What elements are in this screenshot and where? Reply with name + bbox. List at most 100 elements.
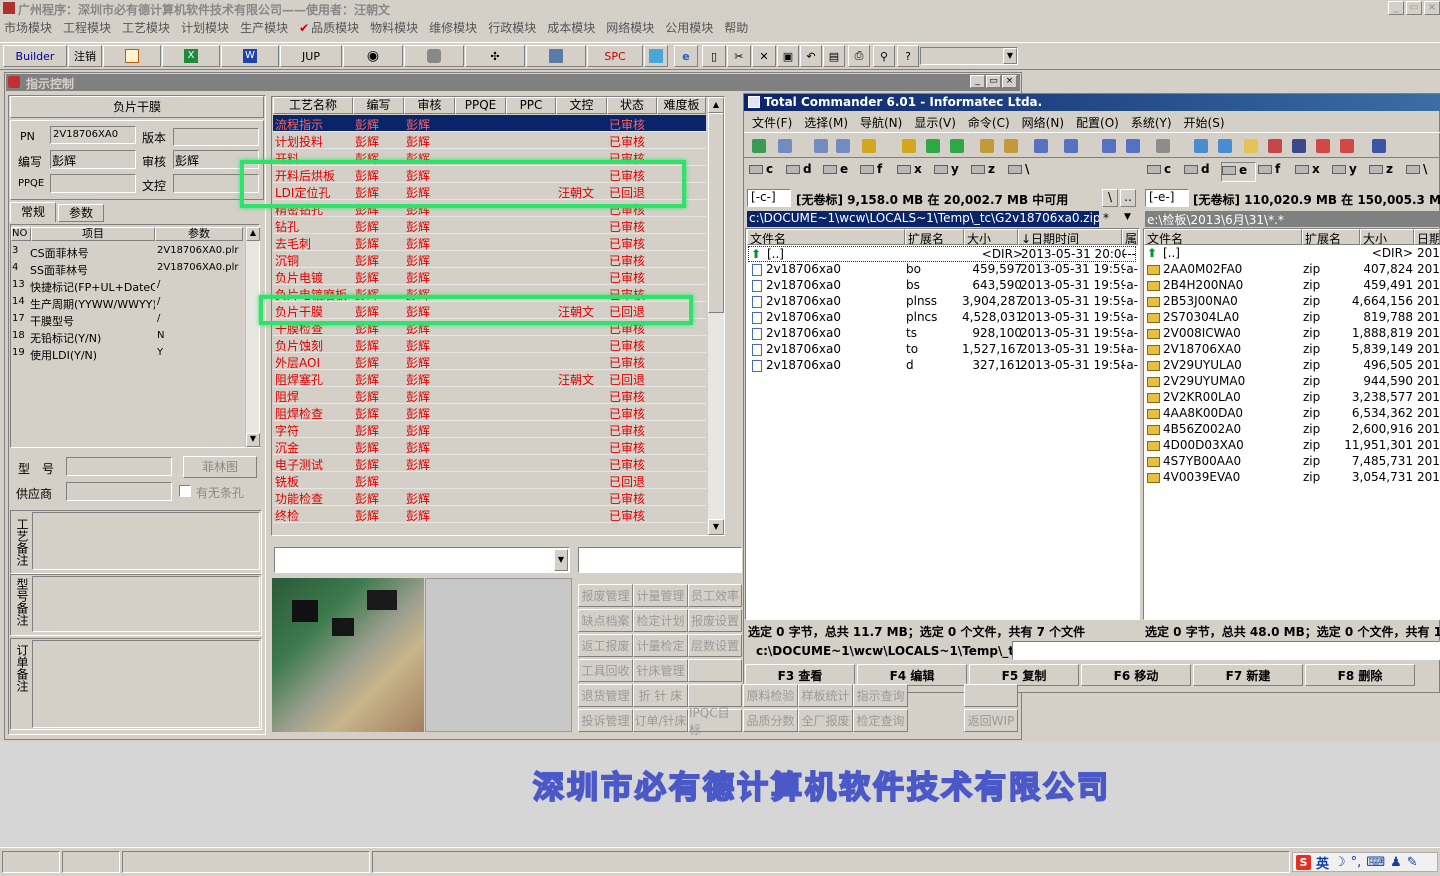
cut-button[interactable]: ✂: [727, 45, 751, 67]
menu-item[interactable]: 维修模块: [429, 19, 477, 36]
drive-button[interactable]: c: [1147, 162, 1182, 182]
module-button[interactable]: 计量检定: [633, 634, 688, 657]
combo-a[interactable]: ▼: [274, 547, 570, 573]
find-icon[interactable]: [1034, 139, 1048, 153]
film-button[interactable]: 菲林图: [183, 456, 257, 478]
tc-menu-item[interactable]: 选择(M): [804, 116, 848, 130]
tc-column-header[interactable]: 日期: [1414, 229, 1440, 245]
grid-col-header[interactable]: 文控: [556, 97, 607, 114]
tc-file-row[interactable]: 2v18706xa0 plnss 3,904,287 2013-05-31 19:59…: [748, 294, 1138, 310]
menu-item[interactable]: 网络模块: [606, 19, 654, 36]
notes-icon[interactable]: [1218, 139, 1232, 153]
word-button[interactable]: W: [221, 45, 279, 67]
scroll-up-icon[interactable]: ▲: [246, 227, 260, 241]
tc-file-row[interactable]: 2v18706xa0 plncs 4,528,031 2013-05-31 19:59…: [748, 310, 1138, 326]
drive-button[interactable]: y: [1332, 162, 1367, 182]
globe-icon[interactable]: [1292, 139, 1306, 153]
print-button[interactable]: ⎙: [848, 45, 870, 67]
grid-col-header[interactable]: 编写: [353, 97, 404, 114]
drive-button[interactable]: e: [1221, 162, 1256, 182]
database-button[interactable]: [404, 45, 464, 67]
tc-menu-item[interactable]: 配置(O): [1076, 116, 1119, 130]
ie-button[interactable]: e: [674, 45, 698, 67]
module-button[interactable]: 订单/针床: [633, 709, 688, 732]
drive-button[interactable]: f: [1258, 162, 1293, 182]
drive-button[interactable]: d: [786, 162, 821, 182]
ftp-new-icon[interactable]: [1102, 139, 1116, 153]
process-remark-field[interactable]: [32, 512, 260, 570]
version-field[interactable]: [173, 128, 259, 146]
report-icon-button[interactable]: [103, 45, 161, 67]
left-drive-select[interactable]: [-c-]: [747, 189, 791, 207]
tree-icon[interactable]: [836, 139, 850, 153]
module-button[interactable]: 检定计划: [633, 609, 688, 632]
fkey-button[interactable]: F6 移动: [1081, 664, 1191, 686]
folder-icon[interactable]: [1244, 139, 1258, 153]
drive-button[interactable]: x: [1295, 162, 1330, 182]
minimize-button[interactable]: _: [1388, 1, 1404, 15]
tc-column-header[interactable]: 扩展名: [905, 229, 964, 245]
module-button[interactable]: [688, 659, 742, 682]
tc-column-header[interactable]: 大小: [1360, 229, 1414, 245]
scroll-up-icon[interactable]: ▲: [708, 97, 724, 113]
pn-field[interactable]: 2V18706XA0: [50, 126, 136, 144]
combo-b[interactable]: [578, 547, 742, 573]
ftp-icon[interactable]: [1064, 139, 1078, 153]
tc-column-header[interactable]: 大小: [964, 229, 1018, 245]
params-scrollbar[interactable]: ▲ ▼: [245, 227, 260, 447]
tc-file-row[interactable]: 2V29UYUMA0 zip 944,590 2013: [1145, 374, 1440, 390]
right-drive-select[interactable]: [-e-]: [1145, 189, 1189, 207]
order-remark-field[interactable]: [32, 640, 260, 728]
module-button[interactable]: 投诉管理: [578, 709, 633, 732]
forward-icon[interactable]: [950, 139, 964, 153]
module-button[interactable]: 计量管理: [633, 584, 688, 607]
logout-button[interactable]: 注销: [68, 45, 102, 67]
tc-file-row[interactable]: 2v18706xa0 bo 459,597 2013-05-31 19:59 -a-: [748, 262, 1138, 278]
pack-icon[interactable]: [980, 139, 994, 153]
grid-col-header[interactable]: PPQE: [455, 97, 506, 114]
scroll-thumb[interactable]: [708, 113, 724, 313]
no-hole-checkbox[interactable]: [179, 485, 191, 497]
help-button[interactable]: ?: [897, 45, 919, 67]
drive-button[interactable]: f: [860, 162, 895, 182]
drive-button[interactable]: x: [897, 162, 932, 182]
fkey-button[interactable]: F8 删除: [1305, 664, 1415, 686]
tc-menu-item[interactable]: 文件(F): [752, 116, 792, 130]
drive-button[interactable]: e: [823, 162, 858, 182]
tc-file-row[interactable]: ⬆ [..] <DIR> 2013-05-31 20:00 ---: [748, 246, 1136, 262]
view-full-icon[interactable]: [814, 139, 828, 153]
scroll-down-icon[interactable]: ▼: [246, 433, 260, 447]
supplier-field[interactable]: [66, 482, 172, 501]
module-button[interactable]: 全厂报废: [798, 709, 853, 732]
module-button[interactable]: 报废设置: [688, 609, 742, 632]
left-up-button[interactable]: ..: [1120, 189, 1136, 207]
menu-item[interactable]: 公用模块: [665, 19, 713, 36]
drive-button[interactable]: z: [971, 162, 1006, 182]
move-icon[interactable]: [902, 139, 916, 153]
tc-file-row[interactable]: 2V29UYULA0 zip 496,505 2013: [1145, 358, 1440, 374]
builder-button[interactable]: Builder: [3, 45, 67, 67]
copy-icon[interactable]: [862, 139, 876, 153]
tc-column-header[interactable]: 扩展名: [1302, 229, 1360, 245]
tc-menu-item[interactable]: 系统(Y): [1131, 116, 1172, 130]
new-button[interactable]: ▯: [702, 45, 726, 67]
grid-col-header[interactable]: 审核: [404, 97, 455, 114]
menu-item[interactable]: 物料模块: [370, 19, 418, 36]
save-button[interactable]: ▣: [777, 45, 799, 67]
tc-menu-item[interactable]: 显示(V): [914, 116, 956, 130]
tc-menu-item[interactable]: 网络(N): [1022, 116, 1064, 130]
restore-button[interactable]: ▭: [1406, 1, 1422, 15]
net-icon[interactable]: [1126, 139, 1140, 153]
tab-params[interactable]: 参数: [58, 204, 104, 222]
module-button[interactable]: 原料检验: [743, 684, 798, 707]
chevron-down-icon[interactable]: ▼: [1124, 212, 1131, 222]
tc-file-row[interactable]: 2v18706xa0 d 327,161 2013-05-31 19:58 -a-: [748, 358, 1138, 374]
tc-file-row[interactable]: 4AA8K00DA0 zip 6,534,362 2013: [1145, 406, 1440, 422]
module-button[interactable]: 员工效率: [688, 584, 742, 607]
tc-file-row[interactable]: 2v18706xa0 ts 928,100 2013-05-31 19:59 -a-: [748, 326, 1138, 342]
calendar-button[interactable]: [644, 45, 668, 67]
tc-file-row[interactable]: ⬆ [..] <DIR> 2013: [1145, 246, 1440, 262]
ime-tray[interactable]: S 英 ☽ °, ⌨ ♟ ✎: [1292, 852, 1438, 872]
drive-button[interactable]: d: [1184, 162, 1219, 182]
edit-icon[interactable]: [1194, 139, 1208, 153]
